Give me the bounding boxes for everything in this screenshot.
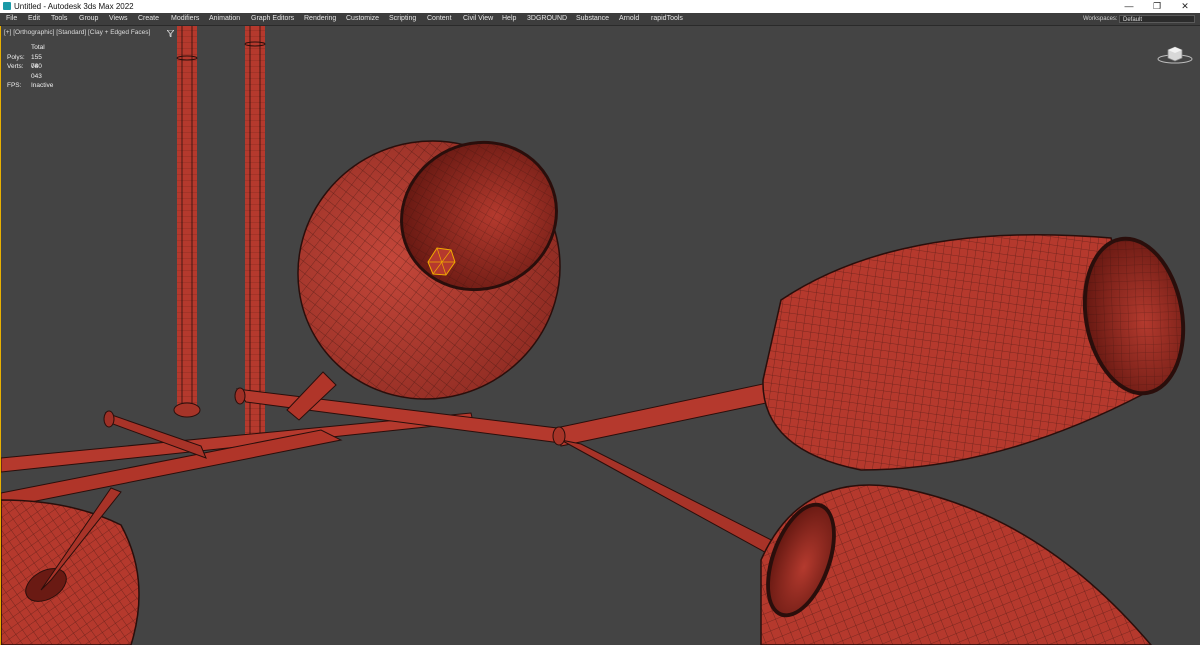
menu-scripting[interactable]: Scripting [389,13,416,25]
menu-arnold[interactable]: Arnold [619,13,639,25]
lamp-shade-bottom-right[interactable] [752,484,1152,645]
menu-bar: File Edit Tools Group Views Create Modif… [0,13,1200,26]
fps-value: Inactive [31,82,54,89]
polys-label: Polys: [7,53,25,61]
menu-graph-editors[interactable]: Graph Editors [251,13,294,25]
menu-views[interactable]: Views [109,13,128,25]
menu-substance[interactable]: Substance [576,13,609,25]
menu-help[interactable]: Help [502,13,516,25]
app-icon [3,2,11,10]
menu-edit[interactable]: Edit [28,13,40,25]
vertical-rod-right[interactable] [241,26,269,449]
menu-rapidtools[interactable]: rapidTools [651,13,683,25]
workspace-dropdown[interactable]: Default [1119,15,1195,23]
menu-animation[interactable]: Animation [209,13,240,25]
viewport[interactable]: [+] [Orthographic] [Standard] [Clay + Ed… [0,26,1200,645]
verts-value: 78 043 [31,63,42,80]
menu-customize[interactable]: Customize [346,13,379,25]
menu-file[interactable]: File [6,13,17,25]
vertical-rod-left[interactable] [173,26,201,418]
workspaces-label: Workspaces: [1083,16,1118,22]
restore-button[interactable]: ❐ [1143,0,1171,13]
viewcube-icon[interactable] [1156,40,1194,66]
menu-3dground[interactable]: 3DGROUND [527,13,567,25]
menu-tools[interactable]: Tools [51,13,67,25]
fps-label: FPS: [7,82,22,89]
viewport-label[interactable]: [+] [Orthographic] [Standard] [Clay + Ed… [4,29,150,36]
lamp-shade-bottom-left[interactable] [1,487,140,645]
funnel-icon[interactable] [167,30,174,37]
window-title: Untitled - Autodesk 3ds Max 2022 [14,2,134,11]
menu-create[interactable]: Create [138,13,159,25]
menu-rendering[interactable]: Rendering [304,13,336,25]
close-button[interactable]: ✕ [1171,0,1199,13]
lamp-shade-right[interactable] [762,229,1197,471]
menu-modifiers[interactable]: Modifiers [171,13,199,25]
menu-group[interactable]: Group [79,13,98,25]
menu-content[interactable]: Content [427,13,452,25]
title-bar: Untitled - Autodesk 3ds Max 2022 — ❐ ✕ [0,0,1200,13]
verts-label: Verts: [7,63,24,70]
viewport-scene[interactable] [1,26,1200,645]
menu-civil-view[interactable]: Civil View [463,13,493,25]
minimize-button[interactable]: — [1115,0,1143,13]
stats-header: Total [31,44,45,51]
